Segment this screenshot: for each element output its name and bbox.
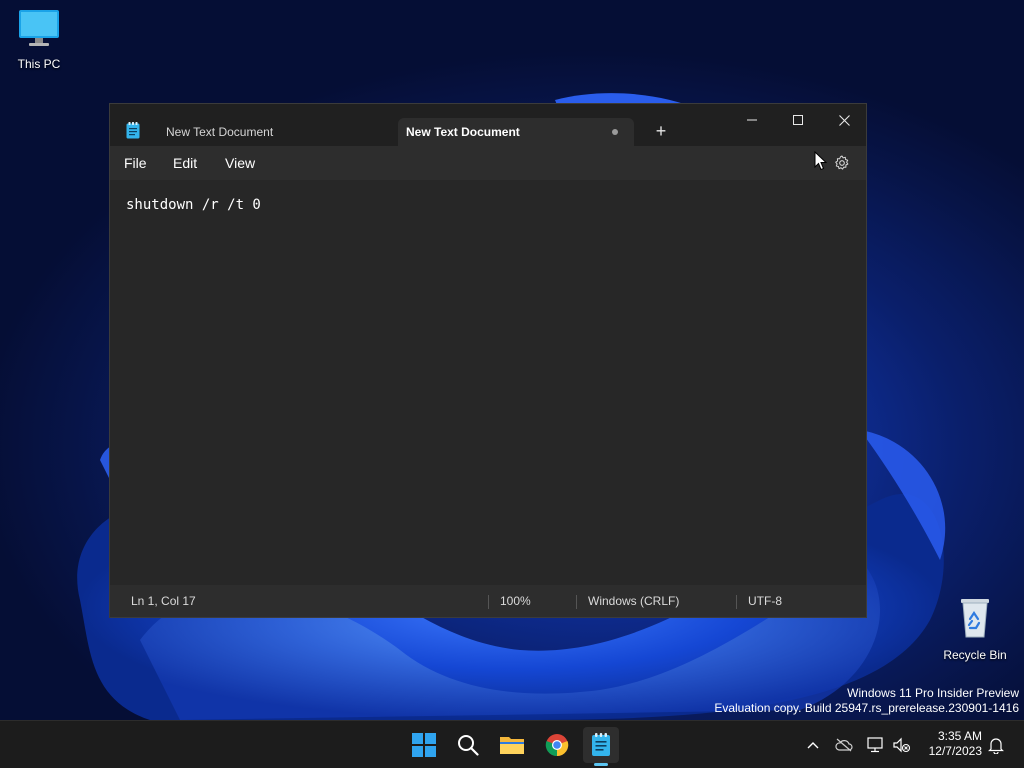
evaluation-watermark: Windows 11 Pro Insider Preview Evaluatio… [714, 686, 1019, 716]
close-icon [838, 114, 850, 126]
title-bar[interactable]: New Text Document New Text Document + [110, 104, 866, 146]
status-separator [736, 595, 737, 609]
cloud-offline-icon [835, 738, 853, 752]
network-icon [867, 737, 883, 753]
menu-edit[interactable]: Edit [168, 146, 202, 180]
editor-content[interactable]: shutdown /r /t 0 [126, 197, 261, 213]
windows-start-icon [412, 733, 436, 757]
tab-title: New Text Document [406, 125, 520, 139]
start-button[interactable] [406, 727, 442, 763]
tab-new-text-document-2[interactable]: New Text Document [398, 118, 634, 146]
tab-new-text-document-1[interactable]: New Text Document [150, 118, 398, 146]
recycle-bin-icon [961, 599, 989, 638]
tab-title: New Text Document [166, 125, 274, 139]
notifications-button[interactable] [986, 735, 1006, 755]
minimize-icon [747, 119, 757, 121]
taskbar-clock[interactable]: 3:35 AM 12/7/2023 [918, 729, 982, 759]
cursor-position: Ln 1, Col 17 [131, 594, 196, 608]
watermark-line-2: Evaluation copy. Build 25947.rs_prerelea… [714, 701, 1019, 715]
show-hidden-icons-button[interactable] [803, 735, 823, 755]
settings-gear-icon[interactable] [834, 155, 850, 171]
taskbar-chrome[interactable] [539, 727, 575, 763]
desktop-icon-label: This PC [17, 57, 61, 71]
status-bar: Ln 1, Col 17 100% Windows (CRLF) UTF-8 [110, 585, 866, 617]
watermark-line-1: Windows 11 Pro Insider Preview [847, 686, 1019, 700]
taskbar-search-button[interactable] [450, 727, 486, 763]
taskbar: 3:35 AM 12/7/2023 [0, 720, 1024, 768]
taskbar-notepad[interactable] [583, 727, 619, 763]
onedrive-tray-button[interactable] [834, 735, 854, 755]
notepad-icon [592, 733, 610, 756]
desktop-icon-this-pc[interactable]: This PC [1, 8, 77, 71]
bell-icon [988, 738, 1004, 754]
chevron-up-icon [807, 742, 819, 749]
computer-icon [19, 10, 59, 46]
search-icon [458, 735, 479, 756]
clock-time: 3:35 AM [937, 729, 982, 743]
maximize-button[interactable] [775, 104, 821, 136]
unsaved-indicator-dot[interactable] [612, 129, 618, 135]
taskbar-file-explorer[interactable] [494, 727, 530, 763]
maximize-icon [793, 115, 803, 125]
close-button[interactable] [821, 104, 867, 136]
chrome-icon [545, 734, 569, 757]
desktop-icon-label: Recycle Bin [943, 648, 1007, 662]
notepad-app-icon [126, 122, 140, 139]
file-explorer-icon [500, 737, 524, 754]
volume-tray-button[interactable] [892, 735, 912, 755]
encoding[interactable]: UTF-8 [748, 585, 782, 617]
network-tray-button[interactable] [866, 735, 886, 755]
text-editor-area[interactable]: shutdown /r /t 0 [110, 180, 866, 582]
menu-bar: File Edit View [110, 146, 866, 180]
menu-file[interactable]: File [119, 146, 152, 180]
menu-view[interactable]: View [220, 146, 260, 180]
notepad-window: New Text Document New Text Document + Fi… [109, 103, 867, 618]
active-app-indicator [594, 763, 608, 766]
new-tab-button[interactable]: + [650, 120, 672, 142]
status-separator [488, 595, 489, 609]
desktop-icon-recycle-bin[interactable]: Recycle Bin [937, 595, 1013, 662]
zoom-level[interactable]: 100% [500, 585, 531, 617]
clock-date: 12/7/2023 [928, 744, 982, 758]
line-ending[interactable]: Windows (CRLF) [588, 585, 679, 617]
minimize-button[interactable] [729, 104, 775, 136]
volume-muted-icon [893, 737, 911, 753]
status-separator [576, 595, 577, 609]
mouse-pointer-icon [814, 151, 828, 171]
